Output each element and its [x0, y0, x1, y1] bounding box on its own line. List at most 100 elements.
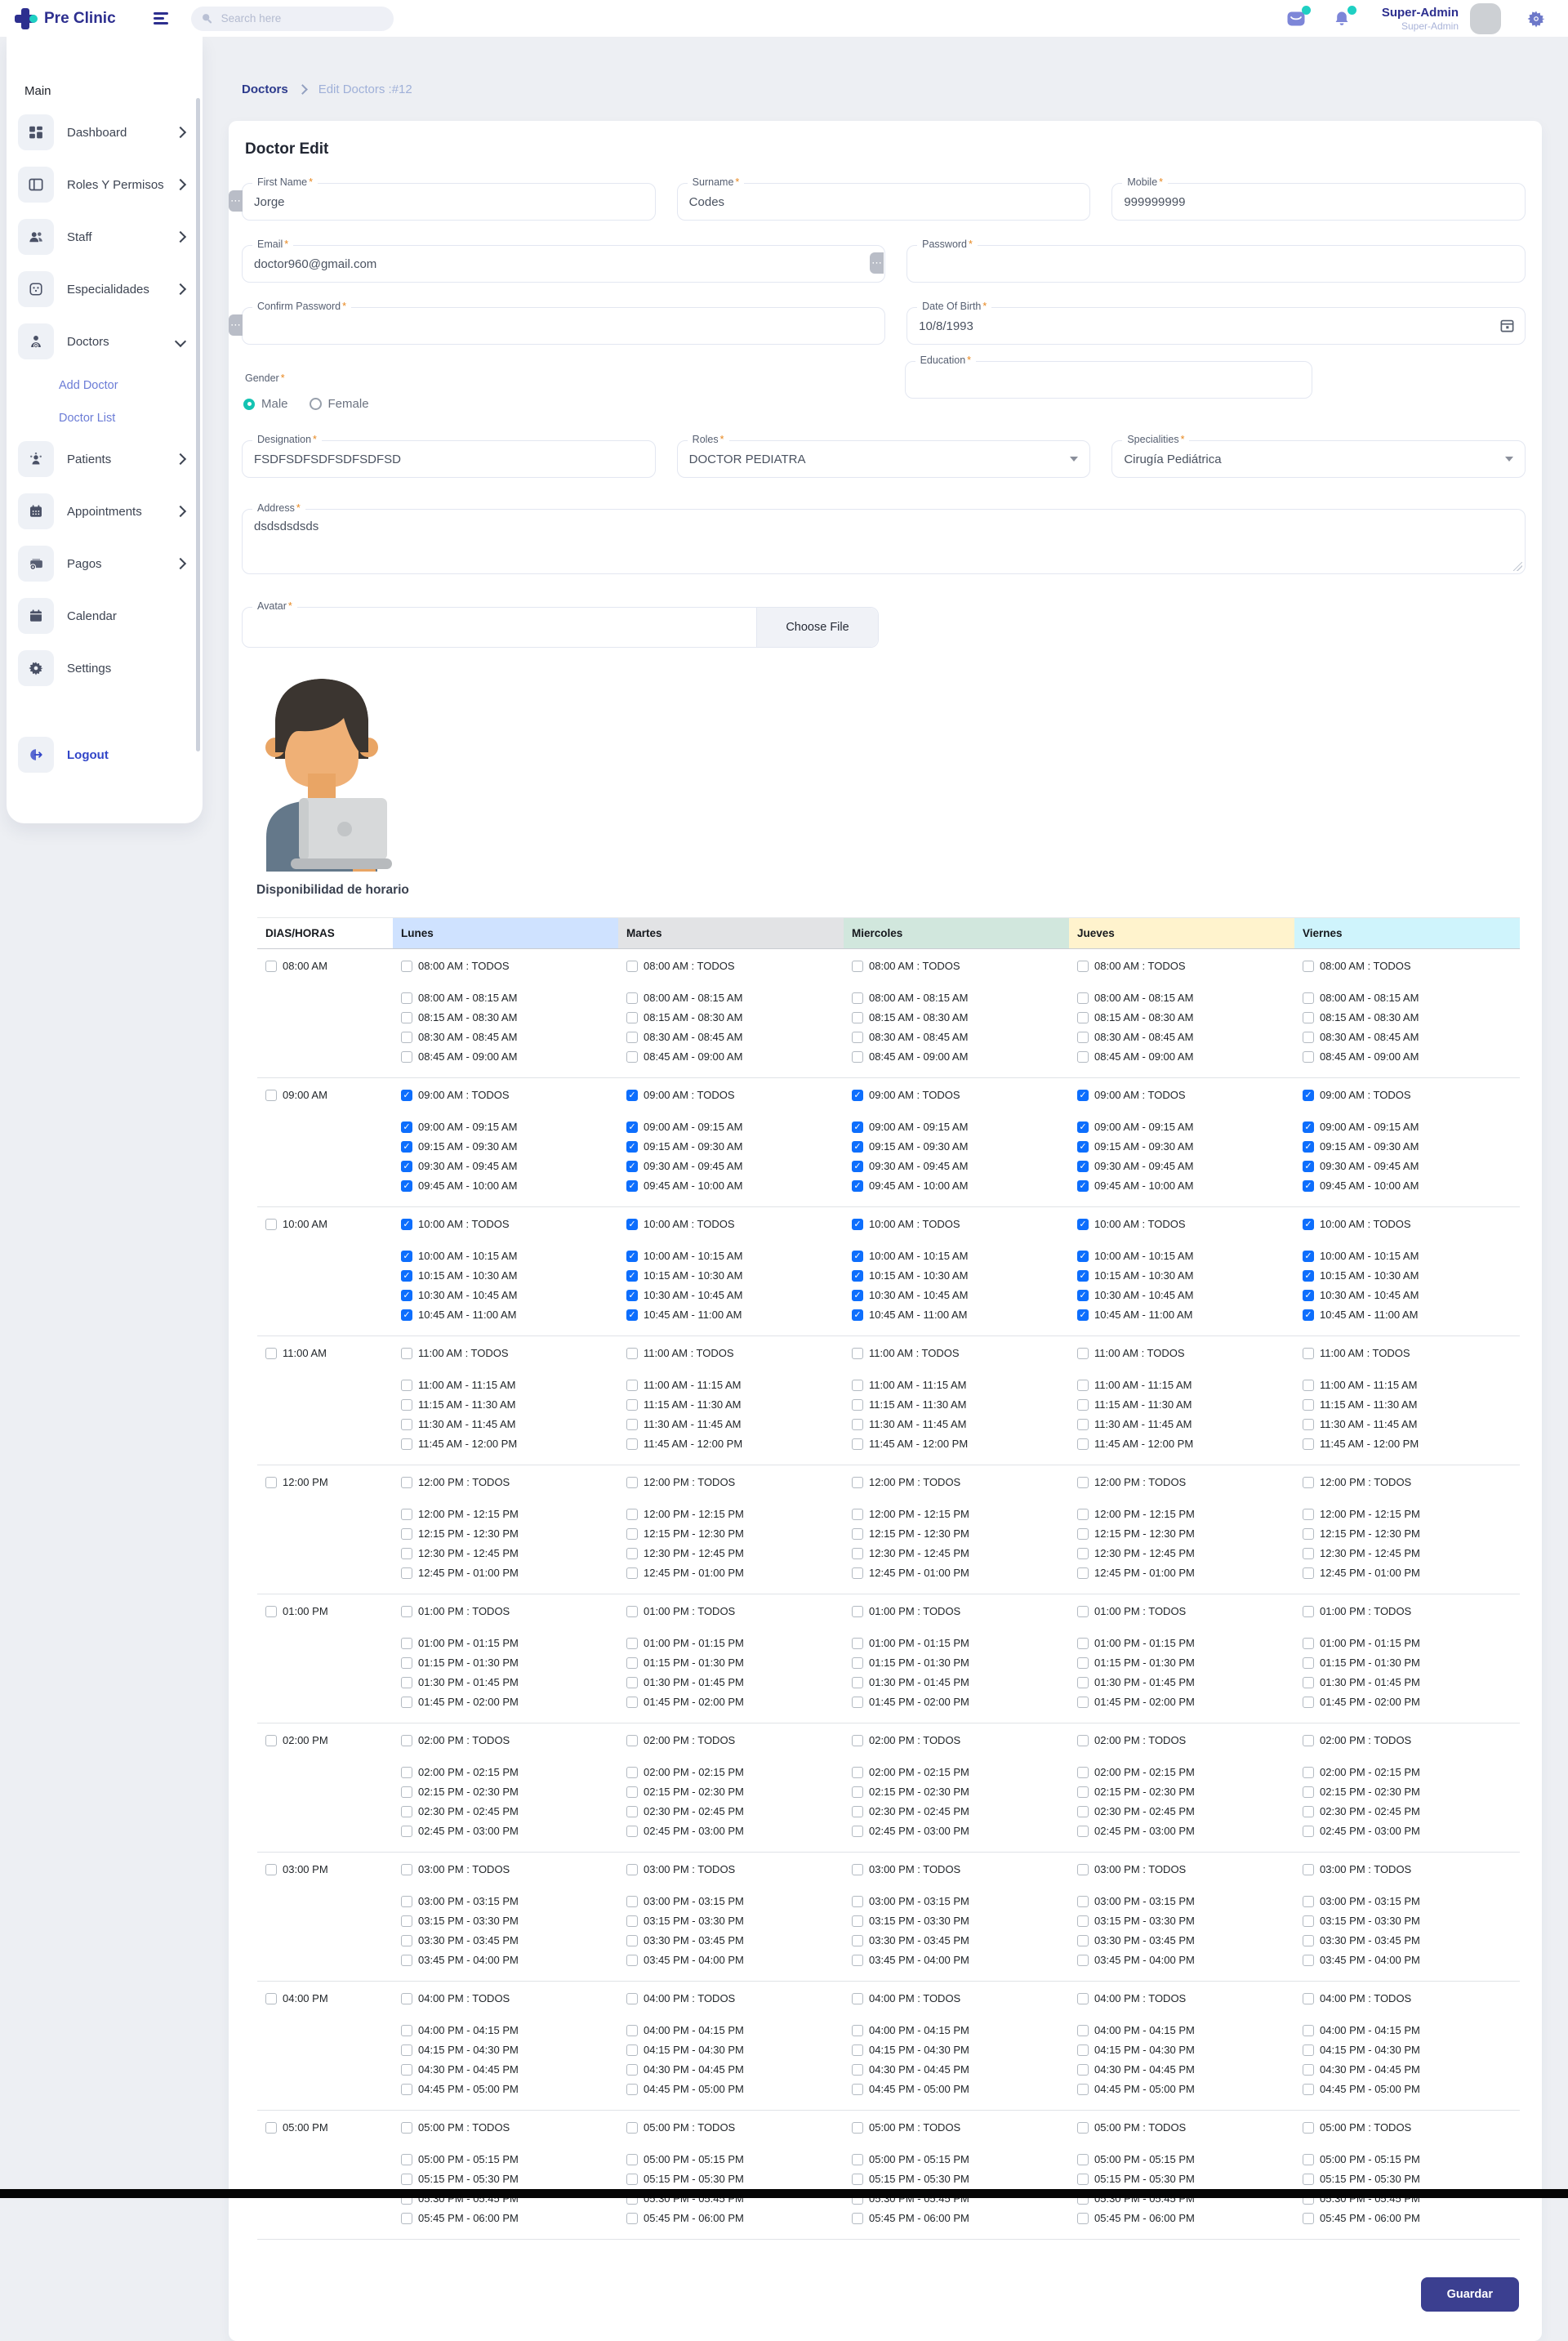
slot-checkbox[interactable] — [1303, 2064, 1314, 2076]
slot-checkbox[interactable]: ✓ — [401, 1309, 412, 1321]
slot-checkbox[interactable] — [1303, 1786, 1314, 1798]
slot-checkbox[interactable] — [852, 2025, 863, 2036]
slot-checkbox[interactable] — [626, 1438, 638, 1450]
slot-checkbox[interactable] — [852, 2174, 863, 2185]
slot-checkbox[interactable] — [401, 1657, 412, 1669]
slot-checkbox[interactable] — [1303, 1638, 1314, 1649]
sidebar-scrollbar[interactable] — [196, 98, 200, 751]
slot-checkbox[interactable] — [1077, 1677, 1089, 1688]
specialities-select[interactable]: Specialities* — [1111, 440, 1526, 478]
slot-checkbox[interactable] — [401, 1806, 412, 1817]
slot-checkbox[interactable] — [852, 992, 863, 1004]
todos-checkbox[interactable] — [1077, 1477, 1089, 1488]
slot-checkbox[interactable] — [626, 1657, 638, 1669]
slot-checkbox[interactable] — [1077, 2044, 1089, 2056]
theme-settings-button[interactable] — [1527, 10, 1545, 28]
slot-checkbox[interactable] — [401, 2174, 412, 2185]
slot-checkbox[interactable]: ✓ — [626, 1251, 638, 1262]
slot-checkbox[interactable] — [1303, 2213, 1314, 2224]
slot-checkbox[interactable] — [626, 1896, 638, 1907]
slot-checkbox[interactable] — [1077, 1767, 1089, 1778]
slot-checkbox[interactable] — [626, 1915, 638, 1927]
slot-checkbox[interactable]: ✓ — [1303, 1180, 1314, 1192]
slot-checkbox[interactable] — [626, 1767, 638, 1778]
slot-checkbox[interactable]: ✓ — [401, 1121, 412, 1133]
slot-checkbox[interactable] — [626, 1806, 638, 1817]
slot-checkbox[interactable]: ✓ — [852, 1251, 863, 1262]
slot-checkbox[interactable]: ✓ — [852, 1161, 863, 1172]
slot-checkbox[interactable] — [852, 1697, 863, 1708]
slot-checkbox[interactable] — [852, 1399, 863, 1411]
slot-checkbox[interactable] — [626, 1419, 638, 1430]
slot-checkbox[interactable] — [626, 1935, 638, 1946]
slot-checkbox[interactable] — [1303, 1032, 1314, 1043]
slot-checkbox[interactable] — [1077, 1051, 1089, 1063]
todos-checkbox[interactable] — [852, 1477, 863, 1488]
messages-button[interactable] — [1285, 9, 1307, 29]
slot-checkbox[interactable] — [852, 1677, 863, 1688]
education-input[interactable] — [906, 362, 1312, 398]
roles-select[interactable]: Roles* — [677, 440, 1091, 478]
calendar-picker-icon[interactable] — [1499, 318, 1515, 337]
slot-checkbox[interactable] — [401, 1509, 412, 1520]
slot-checkbox[interactable] — [1077, 1380, 1089, 1391]
slot-checkbox[interactable] — [1303, 2154, 1314, 2165]
todos-checkbox[interactable] — [852, 1993, 863, 2004]
todos-checkbox[interactable] — [852, 1348, 863, 1359]
slot-checkbox[interactable] — [401, 1697, 412, 1708]
slot-checkbox[interactable] — [852, 1438, 863, 1450]
slot-checkbox[interactable] — [1303, 1567, 1314, 1579]
slot-checkbox[interactable] — [852, 1826, 863, 1837]
slot-checkbox[interactable] — [1303, 1677, 1314, 1688]
gender-radio-female[interactable]: Female — [310, 397, 369, 411]
slot-checkbox[interactable]: ✓ — [626, 1290, 638, 1301]
slot-checkbox[interactable] — [1303, 1806, 1314, 1817]
slot-checkbox[interactable] — [1303, 1051, 1314, 1063]
slot-checkbox[interactable] — [852, 2154, 863, 2165]
todos-checkbox[interactable] — [626, 2122, 638, 2134]
slot-checkbox[interactable] — [1077, 1419, 1089, 1430]
slot-checkbox[interactable] — [401, 1438, 412, 1450]
slot-checkbox[interactable] — [1077, 1657, 1089, 1669]
sidebar-item-dashboard[interactable]: Dashboard — [18, 114, 191, 150]
slot-checkbox[interactable] — [626, 1826, 638, 1837]
slot-checkbox[interactable] — [401, 2213, 412, 2224]
slot-checkbox[interactable] — [1077, 1438, 1089, 1450]
slot-checkbox[interactable] — [401, 2064, 412, 2076]
slot-checkbox[interactable]: ✓ — [1303, 1270, 1314, 1282]
todos-checkbox[interactable] — [1303, 1606, 1314, 1617]
hour-checkbox[interactable] — [265, 961, 277, 972]
slot-checkbox[interactable] — [626, 2084, 638, 2095]
todos-checkbox[interactable] — [1077, 1348, 1089, 1359]
slot-checkbox[interactable]: ✓ — [852, 1141, 863, 1153]
slot-checkbox[interactable] — [401, 1826, 412, 1837]
slot-checkbox[interactable]: ✓ — [626, 1161, 638, 1172]
slot-checkbox[interactable] — [1077, 2025, 1089, 2036]
hour-checkbox[interactable] — [265, 1477, 277, 1488]
sidebar-item-settings[interactable]: Settings — [18, 650, 191, 686]
slot-checkbox[interactable] — [1077, 2084, 1089, 2095]
sidebar-item-especialidades[interactable]: Especialidades — [18, 271, 191, 307]
slot-checkbox[interactable] — [852, 1915, 863, 1927]
slot-checkbox[interactable] — [1077, 1915, 1089, 1927]
slot-checkbox[interactable] — [1077, 1509, 1089, 1520]
todos-checkbox[interactable] — [852, 961, 863, 972]
slot-checkbox[interactable] — [852, 1548, 863, 1559]
slot-checkbox[interactable] — [1077, 1548, 1089, 1559]
slot-checkbox[interactable] — [1303, 1380, 1314, 1391]
slot-checkbox[interactable] — [626, 1012, 638, 1023]
password-input[interactable] — [907, 246, 1525, 282]
slot-checkbox[interactable]: ✓ — [1077, 1180, 1089, 1192]
todos-checkbox[interactable] — [1077, 2122, 1089, 2134]
todos-checkbox[interactable] — [401, 961, 412, 972]
sidebar-item-roles-y-permisos[interactable]: Roles Y Permisos — [18, 167, 191, 203]
slot-checkbox[interactable] — [1077, 2064, 1089, 2076]
slot-checkbox[interactable]: ✓ — [852, 1290, 863, 1301]
slot-checkbox[interactable] — [1303, 1438, 1314, 1450]
slot-checkbox[interactable] — [852, 2213, 863, 2224]
slot-checkbox[interactable] — [626, 1528, 638, 1540]
slot-checkbox[interactable]: ✓ — [626, 1270, 638, 1282]
slot-checkbox[interactable] — [401, 1012, 412, 1023]
slot-checkbox[interactable]: ✓ — [1303, 1290, 1314, 1301]
gender-radio-male[interactable]: Male — [243, 397, 288, 411]
